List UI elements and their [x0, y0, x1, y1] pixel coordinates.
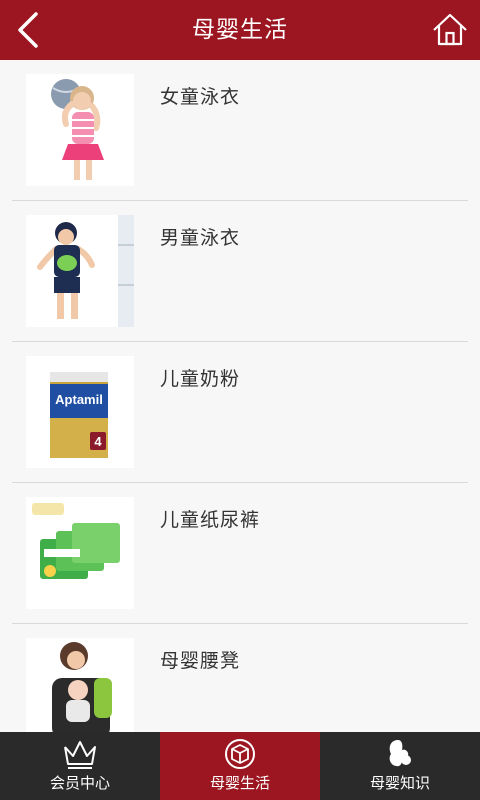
- list-item-boy-swimsuit[interactable]: 男童泳衣: [0, 201, 480, 342]
- list-item-girl-swimsuit[interactable]: 女童泳衣: [0, 60, 480, 201]
- baby-carrier-photo: [26, 638, 134, 732]
- milk-powder-can-photo: Aptamil 4: [26, 356, 134, 468]
- tab-baby-life[interactable]: 母婴生活: [160, 732, 320, 800]
- home-button[interactable]: [428, 8, 472, 52]
- list-item-baby-carrier[interactable]: 母婴腰凳: [0, 624, 480, 732]
- list-item-diapers[interactable]: 儿童纸尿裤: [0, 483, 480, 624]
- svg-text:Aptamil: Aptamil: [55, 392, 103, 407]
- crown-icon: [64, 741, 96, 769]
- home-icon: [433, 13, 467, 46]
- mother-silhouette-icon: [389, 740, 411, 767]
- item-label: 儿童纸尿裤: [160, 509, 261, 531]
- app-header: 母婴生活: [0, 0, 480, 60]
- tab-label: 母婴生活: [209, 774, 270, 792]
- product-list: 女童泳衣 男童泳衣 Aptamil 4 儿童奶粉 儿童纸尿裤 母婴腰凳: [0, 60, 480, 732]
- tab-baby-knowledge[interactable]: 母婴知识: [320, 732, 480, 800]
- tab-member-center[interactable]: 会员中心: [0, 732, 160, 800]
- item-label: 母婴腰凳: [160, 650, 241, 672]
- svg-text:4: 4: [94, 434, 102, 449]
- boy-swimsuit-photo: [26, 215, 134, 327]
- tab-label: 母婴知识: [369, 774, 430, 792]
- tab-label: 会员中心: [49, 774, 110, 792]
- diaper-pack-photo: [26, 497, 134, 609]
- item-label: 男童泳衣: [160, 227, 241, 249]
- bottom-tab-bar: 会员中心 母婴生活 母婴知识: [0, 732, 480, 800]
- girl-swimsuit-photo: [26, 74, 134, 186]
- page-title: 母婴生活: [192, 17, 288, 43]
- list-item-milk-powder[interactable]: Aptamil 4 儿童奶粉: [0, 342, 480, 483]
- box-circle-icon: [225, 739, 255, 769]
- item-label: 儿童奶粉: [160, 368, 241, 390]
- item-label: 女童泳衣: [160, 86, 241, 108]
